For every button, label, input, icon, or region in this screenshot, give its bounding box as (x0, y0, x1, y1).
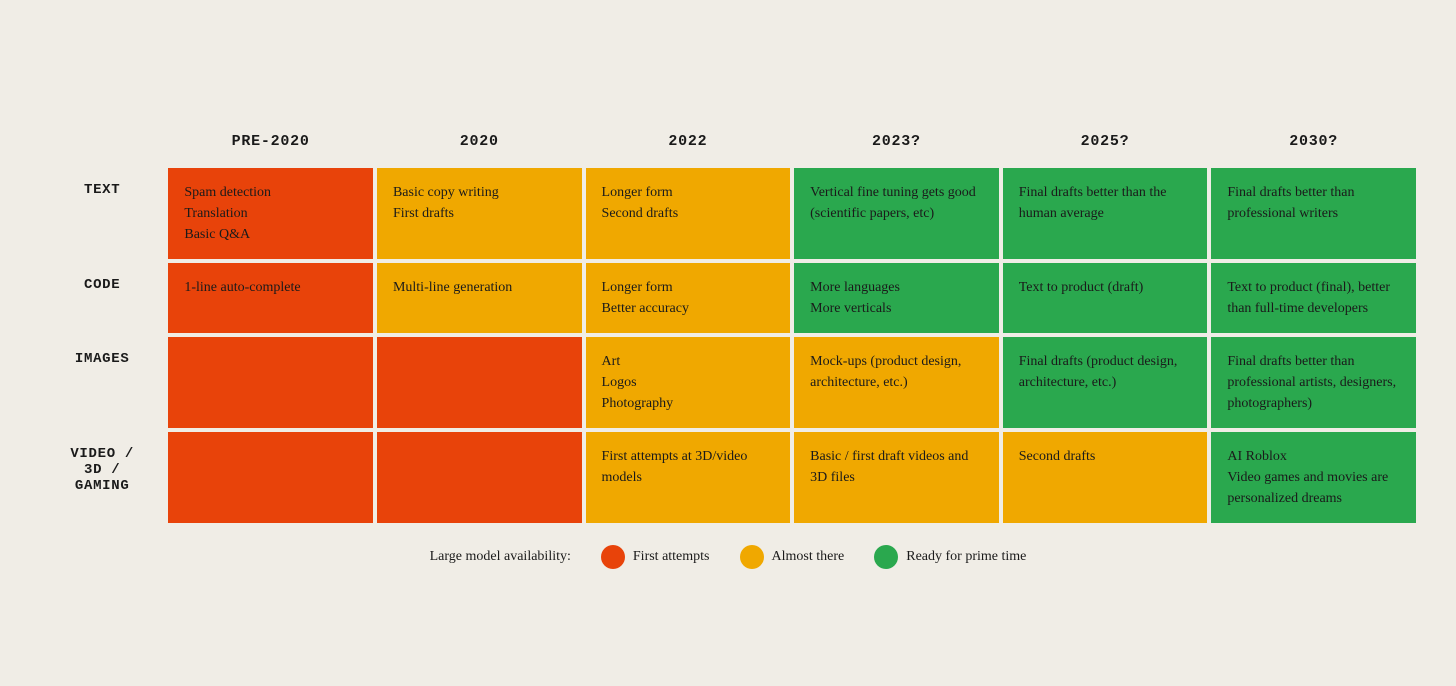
legend-dot-orange (740, 545, 764, 569)
cell-1-3: More languages More verticals (792, 261, 1001, 335)
cell-3-4: Second drafts (1001, 430, 1210, 525)
cell-1-4: Text to product (draft) (1001, 261, 1210, 335)
cell-1-2: Longer form Better accuracy (584, 261, 793, 335)
legend-label-green: Ready for prime time (906, 549, 1026, 565)
col4-header: 2025? (1001, 117, 1210, 166)
legend-dot-red (601, 545, 625, 569)
cell-3-3: Basic / first draft videos and 3D files (792, 430, 1001, 525)
col1-header: 2020 (375, 117, 584, 166)
row-label-3: VIDEO / 3D / GAMING (38, 430, 166, 525)
cell-0-0: Spam detection Translation Basic Q&A (166, 166, 375, 261)
col0-header: PRE-2020 (166, 117, 375, 166)
col2-header: 2022 (584, 117, 793, 166)
cell-3-0 (166, 430, 375, 525)
row-label-2: IMAGES (38, 335, 166, 430)
cell-1-5: Text to product (final), better than ful… (1209, 261, 1418, 335)
legend-item-green: Ready for prime time (874, 545, 1026, 569)
cell-2-5: Final drafts better than professional ar… (1209, 335, 1418, 430)
table-row: IMAGES Art Logos PhotographyMock-ups (pro… (38, 335, 1418, 430)
cell-0-5: Final drafts better than professional wr… (1209, 166, 1418, 261)
table-row: VIDEO / 3D / GAMING First attempts at 3D/… (38, 430, 1418, 525)
cell-3-1 (375, 430, 584, 525)
cell-0-1: Basic copy writing First drafts (375, 166, 584, 261)
table-row: CODE1-line auto-completeMulti-line gener… (38, 261, 1418, 335)
row-label-0: TEXT (38, 166, 166, 261)
cell-1-0: 1-line auto-complete (166, 261, 375, 335)
cell-0-3: Vertical fine tuning gets good (scientif… (792, 166, 1001, 261)
cell-0-2: Longer form Second drafts (584, 166, 793, 261)
main-container: PRE-2020 2020 2022 2023? 2025? 2030? TEX… (38, 117, 1418, 569)
cell-3-5: AI Roblox Video games and movies are per… (1209, 430, 1418, 525)
legend-dot-green (874, 545, 898, 569)
cell-0-4: Final drafts better than the human avera… (1001, 166, 1210, 261)
legend-item-red: First attempts (601, 545, 710, 569)
cell-1-1: Multi-line generation (375, 261, 584, 335)
cell-2-4: Final drafts (product design, architectu… (1001, 335, 1210, 430)
cell-3-2: First attempts at 3D/video models (584, 430, 793, 525)
table-row: TEXTSpam detection Translation Basic Q&A… (38, 166, 1418, 261)
col3-header: 2023? (792, 117, 1001, 166)
cell-2-3: Mock-ups (product design, architecture, … (792, 335, 1001, 430)
label-col-header (38, 117, 166, 166)
row-label-1: CODE (38, 261, 166, 335)
col5-header: 2030? (1209, 117, 1418, 166)
cell-2-0 (166, 335, 375, 430)
legend-prefix: Large model availability: (430, 549, 571, 565)
legend-label-orange: Almost there (772, 549, 845, 565)
legend-item-orange: Almost there (740, 545, 845, 569)
timeline-table: PRE-2020 2020 2022 2023? 2025? 2030? TEX… (38, 117, 1418, 525)
legend-label-red: First attempts (633, 549, 710, 565)
legend: Large model availability: First attempts… (38, 545, 1418, 569)
cell-2-2: Art Logos Photography (584, 335, 793, 430)
cell-2-1 (375, 335, 584, 430)
